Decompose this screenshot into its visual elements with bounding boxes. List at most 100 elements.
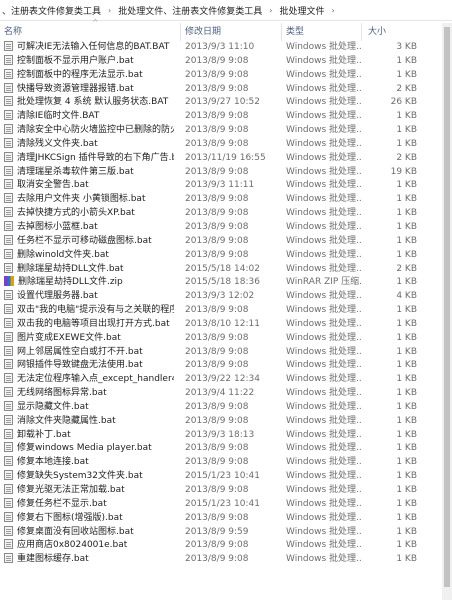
file-name-cell[interactable]: 删除瑞星劫持DLL文件.bat xyxy=(4,262,174,277)
file-row[interactable]: 网上邻居属性空白或打不开.bat 2013/8/9 9:08 Windows 批处理… xyxy=(0,345,452,360)
breadcrumb-item-tools[interactable]: 批处理文件、注册表文件修复类工具 xyxy=(116,4,264,17)
file-row[interactable]: 修复右下图标(增强版).bat 2013/8/9 9:08 Windows 批处理.… xyxy=(0,511,452,526)
file-name-cell[interactable]: 双击我的电脑等项目出现打开方式.bat xyxy=(4,317,174,332)
file-name-cell[interactable]: 可解决IE无法输入任何信息的BAT.BAT xyxy=(4,41,174,55)
file-name-cell[interactable]: 清除IE临时文件.BAT xyxy=(4,110,174,124)
file-name-cell[interactable]: 快播导致资源管理器报错.bat xyxy=(4,82,174,97)
file-size: 1 KB xyxy=(396,415,417,426)
file-name-cell[interactable]: 修复右下图标(增强版).bat xyxy=(4,511,174,526)
file-name-cell[interactable]: 显示隐藏文件.bat xyxy=(4,400,174,415)
file-row[interactable]: 修复缺失System32文件夹.bat 2015/1/23 10:41 Window… xyxy=(0,470,452,484)
file-type: Windows 批处理... xyxy=(286,388,361,399)
file-name-cell[interactable]: 无线网络图标异常.bat xyxy=(4,387,174,401)
file-name-cell[interactable]: 修复本地连接.bat xyxy=(4,456,174,470)
file-row[interactable]: 清理JHKCSign 插件导致的右下角广告.bat 2013/11/19 16:5… xyxy=(0,151,452,166)
file-date: 2013/8/9 9:08 xyxy=(185,554,249,565)
file-row[interactable]: 清理瑞星杀毒软件第三版.bat 2013/8/9 9:08 Windows 批处理.… xyxy=(0,165,452,180)
file-name-cell[interactable]: 去除用户文件夹 小黄锁图标.bat xyxy=(4,193,174,207)
file-row[interactable]: 无线网络图标异常.bat 2013/9/4 11:22 Windows 批处理...… xyxy=(0,387,452,401)
vertical-scrollbar[interactable] xyxy=(442,23,452,600)
file-row[interactable]: 可解决IE无法输入任何信息的BAT.BAT 2013/9/3 11:10 Windo… xyxy=(0,41,452,55)
file-name-cell[interactable]: 控制面板不显示用户账户.bat xyxy=(4,54,174,69)
file-name-cell[interactable]: 控制面板中的程序无法显示.bat xyxy=(4,68,174,83)
file-row[interactable]: 去除用户文件夹 小黄锁图标.bat 2013/8/9 9:08 Windows 批处… xyxy=(0,193,452,207)
file-row[interactable]: 删除瑞星劫持DLL文件.bat 2015/5/18 14:02 Windows 批处… xyxy=(0,262,452,277)
file-row[interactable]: 图片变成EXEWE文件.bat 2013/8/9 9:08 Windows 批处理.… xyxy=(0,331,452,346)
file-name-cell[interactable]: 修复桌面没有回收站图标.bat xyxy=(4,525,174,540)
chevron-right-icon[interactable]: › xyxy=(103,6,116,15)
breadcrumb-item-current[interactable]: 批处理文件 xyxy=(277,4,326,17)
file-name-cell[interactable]: 修复任务栏不显示.bat xyxy=(4,497,174,512)
file-name-cell[interactable]: 删除winold文件夹.bat xyxy=(4,248,174,263)
file-name-cell[interactable]: 清除安全中心防火墙监控中已删除的防火... xyxy=(4,124,174,138)
file-date: 2013/8/9 9:08 xyxy=(185,346,249,357)
chevron-right-icon[interactable]: › xyxy=(326,6,339,15)
file-row[interactable]: 显示隐藏文件.bat 2013/8/9 9:08 Windows 批处理... 1 K… xyxy=(0,400,452,415)
file-row[interactable]: 控制面板中的程序无法显示.bat 2013/8/9 9:08 Windows 批处理… xyxy=(0,68,452,83)
file-name: 修复桌面没有回收站图标.bat xyxy=(17,526,134,537)
file-name-cell[interactable]: 清理瑞星杀毒软件第三版.bat xyxy=(4,165,174,180)
file-name-cell[interactable]: 取消安全警告.bat xyxy=(4,179,174,193)
column-header-name[interactable]: 名称 xyxy=(0,23,181,41)
file-size: 1 KB xyxy=(396,401,417,412)
file-row[interactable]: 修复桌面没有回收站图标.bat 2013/8/9 9:59 Windows 批处理.… xyxy=(0,525,452,540)
file-type: Windows 批处理... xyxy=(286,401,361,412)
file-row[interactable]: 清除IE临时文件.BAT 2013/8/9 9:08 Windows 批处理... 1… xyxy=(0,110,452,124)
file-row[interactable]: 消除文件夹隐藏属性.bat 2013/8/9 9:08 Windows 批处理...… xyxy=(0,414,452,429)
file-row[interactable]: 清除安全中心防火墙监控中已删除的防火... 2013/8/9 9:08 Window… xyxy=(0,124,452,138)
column-header-type[interactable]: 类型 xyxy=(282,23,362,41)
file-name-cell[interactable]: 双击"我的电脑"提示没有与之关联的程序... xyxy=(4,304,174,318)
file-name-cell[interactable]: 网上邻居属性空白或打不开.bat xyxy=(4,345,174,360)
file-row[interactable]: 删除winold文件夹.bat 2013/8/9 9:08 Windows 批处理.… xyxy=(0,248,452,263)
chevron-right-icon[interactable]: › xyxy=(264,6,277,15)
file-name-cell[interactable]: 任务栏不显示可移动磁盘图标.bat xyxy=(4,234,174,249)
file-name-cell[interactable]: 清除残义文件夹.bat xyxy=(4,137,174,152)
file-name-cell[interactable]: 删除瑞星劫持DLL文件.zip xyxy=(4,276,174,290)
file-row[interactable]: 应用商店0x8024001e.bat 2013/8/9 9:08 Windows 批… xyxy=(0,539,452,553)
file-row[interactable]: 双击"我的电脑"提示没有与之关联的程序... 2013/8/9 9:08 Windo… xyxy=(0,304,452,318)
file-row[interactable]: 重建图标缓存.bat 2013/8/9 9:08 Windows 批处理... 1 K… xyxy=(0,553,452,567)
file-name-cell[interactable]: 消除文件夹隐藏属性.bat xyxy=(4,414,174,429)
file-row[interactable]: 取消安全警告.bat 2013/9/3 11:11 Windows 批处理... 1 … xyxy=(0,179,452,193)
file-name-cell[interactable]: 卸载补丁.bat xyxy=(4,428,174,443)
file-size: 1 KB xyxy=(396,332,417,343)
file-name-cell[interactable]: 修复光驱无法正常加载.bat xyxy=(4,484,174,498)
file-name-cell[interactable]: 修复windows Media player.bat xyxy=(4,442,174,456)
file-row[interactable]: 修复windows Media player.bat 2013/8/9 9:08 W… xyxy=(0,442,452,456)
file-row[interactable]: 设置代理服务器.bat 2013/9/3 12:02 Windows 批处理... 4… xyxy=(0,290,452,304)
file-row[interactable]: 无法定位程序输入点_except_handler4_... 2013/9/22 1… xyxy=(0,373,452,387)
file-row[interactable]: 删除瑞星劫持DLL文件.zip 2015/5/18 18:36 WinRAR ZIP… xyxy=(0,276,452,290)
file-row[interactable]: 去掉快捷方式的小箭头XP.bat 2013/8/9 9:08 Windows 批处理… xyxy=(0,207,452,221)
file-name-cell[interactable]: 修复缺失System32文件夹.bat xyxy=(4,470,174,484)
file-row[interactable]: 批处理恢复 4 系统 默认服务状态.BAT 2013/9/27 10:52 Wind… xyxy=(0,96,452,110)
file-row[interactable]: 修复光驱无法正常加载.bat 2013/8/9 9:08 Windows 批处理..… xyxy=(0,484,452,498)
breadcrumb-item-parent[interactable]: 、注册表文件修复类工具 xyxy=(0,4,103,17)
file-row[interactable]: 网银插件导致键盘无法使用.bat 2013/8/9 9:08 Windows 批处理… xyxy=(0,359,452,373)
file-name-cell[interactable]: 去掉快捷方式的小箭头XP.bat xyxy=(4,207,174,221)
file-row[interactable]: 修复本地连接.bat 2013/8/9 9:08 Windows 批处理... 1 K… xyxy=(0,456,452,470)
file-name-cell[interactable]: 应用商店0x8024001e.bat xyxy=(4,539,174,553)
file-name: 网银插件导致键盘无法使用.bat xyxy=(17,360,143,371)
file-name-cell[interactable]: 重建图标缓存.bat xyxy=(4,553,174,567)
column-header-size[interactable]: 大小 xyxy=(368,23,428,41)
file-row[interactable]: 双击我的电脑等项目出现打开方式.bat 2013/8/10 12:11 Window… xyxy=(0,317,452,332)
file-row[interactable]: 修复任务栏不显示.bat 2015/1/23 10:41 Windows 批处理..… xyxy=(0,497,452,512)
file-name-cell[interactable]: 网银插件导致键盘无法使用.bat xyxy=(4,359,174,373)
file-name-cell[interactable]: 无法定位程序输入点_except_handler4_... xyxy=(4,373,174,387)
file-name-cell[interactable]: 去掉图标小蓝框.bat xyxy=(4,220,174,235)
file-name: 重建图标缓存.bat xyxy=(17,554,89,565)
file-name-cell[interactable]: 图片变成EXEWE文件.bat xyxy=(4,331,174,346)
file-row[interactable]: 卸载补丁.bat 2013/9/3 18:13 Windows 批处理... 1 KB xyxy=(0,428,452,443)
file-row[interactable]: 任务栏不显示可移动磁盘图标.bat 2013/8/9 9:08 Windows 批处… xyxy=(0,234,452,249)
file-row[interactable]: 清除残义文件夹.bat 2013/8/9 9:08 Windows 批处理... 1 … xyxy=(0,137,452,152)
file-row[interactable]: 快播导致资源管理器报错.bat 2013/8/9 9:08 Windows 批处理.… xyxy=(0,82,452,97)
file-name-cell[interactable]: 设置代理服务器.bat xyxy=(4,290,174,304)
file-date: 2013/8/9 9:08 xyxy=(185,401,249,412)
column-header-date[interactable]: 修改日期 xyxy=(181,23,282,41)
file-row[interactable]: 去掉图标小蓝框.bat 2013/8/9 9:08 Windows 批处理... 1 … xyxy=(0,220,452,235)
file-name-cell[interactable]: 清理JHKCSign 插件导致的右下角广告.bat xyxy=(4,151,174,166)
file-size: 1 KB xyxy=(396,249,417,260)
file-name-cell[interactable]: 批处理恢复 4 系统 默认服务状态.BAT xyxy=(4,96,174,110)
scrollbar-thumb[interactable] xyxy=(444,27,450,587)
file-row[interactable]: 控制面板不显示用户账户.bat 2013/8/9 9:08 Windows 批处理.… xyxy=(0,54,452,69)
